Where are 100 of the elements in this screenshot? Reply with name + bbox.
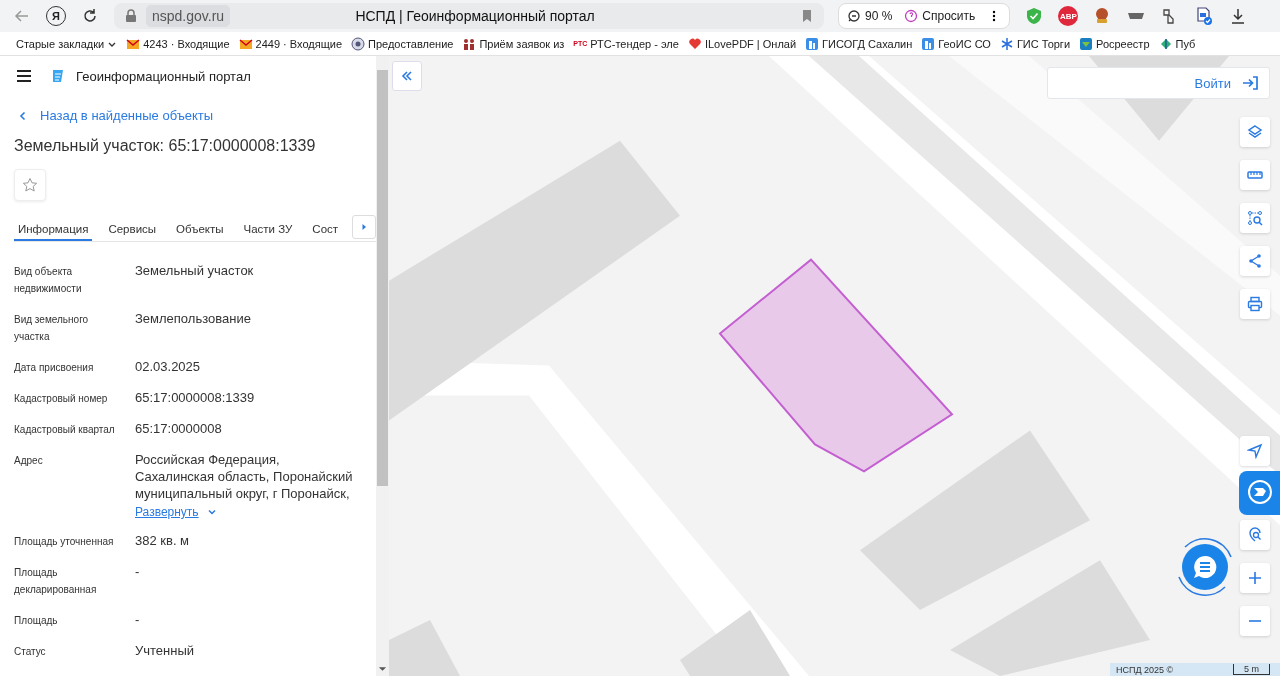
bookmark-label: Пуб xyxy=(1175,37,1196,50)
lock-icon[interactable] xyxy=(124,9,138,23)
bookmark-label: 2449 · Входящие xyxy=(255,37,342,50)
bookmark-item[interactable]: 4243 · Входящие xyxy=(126,36,230,51)
building-icon xyxy=(805,36,820,51)
share-icon xyxy=(1247,253,1263,269)
location-search-icon xyxy=(1247,527,1263,543)
question-icon xyxy=(904,9,919,23)
bookmark-item[interactable]: Росреестр xyxy=(1079,36,1150,51)
field-value: Земельный участок xyxy=(135,262,254,279)
tab[interactable]: Сост xyxy=(308,215,343,241)
zoom-in-button[interactable] xyxy=(1240,563,1270,593)
navigation-arrow-icon xyxy=(1247,443,1263,459)
scroll-down-icon[interactable] xyxy=(378,666,387,672)
bookmark-label: Предоставление xyxy=(368,37,454,50)
bookmark-item[interactable]: Приём заявок из xyxy=(462,36,565,51)
field-label: Дата присвоения xyxy=(14,361,95,375)
adblock-extension[interactable]: ABP xyxy=(1058,6,1079,26)
feedback-tab[interactable] xyxy=(1239,471,1280,515)
ask-button[interactable]: Спросить xyxy=(904,9,976,23)
chat-icon xyxy=(1192,554,1218,580)
field-label: Вид объекта недвижимости xyxy=(14,265,83,296)
bookmark-item[interactable]: 2449 · Входящие xyxy=(238,36,342,51)
field-value: 02.03.2025 xyxy=(135,358,201,375)
heart-icon xyxy=(687,36,702,51)
favorite-button[interactable] xyxy=(14,169,46,201)
bookmarks-folder[interactable]: Старые закладки xyxy=(16,37,118,50)
collapse-panel-button[interactable] xyxy=(392,61,422,91)
expand-link[interactable]: Развернуть xyxy=(135,505,217,519)
bookmark-label: Приём заявок из xyxy=(479,37,565,50)
bookmark-label: ГеоИС СО xyxy=(938,37,991,50)
bookmark-item[interactable]: ILovePDF | Онлай xyxy=(687,36,797,51)
emblem-icon xyxy=(1079,36,1094,51)
tab[interactable]: Объекты xyxy=(172,215,228,241)
building-icon xyxy=(921,36,936,51)
field-label: Площадь уточненная xyxy=(14,535,115,549)
envelope-icon xyxy=(238,36,253,51)
minus-icon xyxy=(1249,620,1261,622)
field-label: Кадастровый квартал xyxy=(14,423,116,437)
field-label: Площадь xyxy=(14,614,59,628)
tab[interactable]: Сервисы xyxy=(104,215,161,241)
bookmark-label: 4243 · Входящие xyxy=(143,37,230,50)
chevron-left-icon xyxy=(18,110,28,121)
zoom-button[interactable]: 90 % xyxy=(847,9,893,23)
field-value: 65:17:0000008 xyxy=(135,420,222,437)
bookmark-item[interactable]: ГИСОГД Сахалин xyxy=(805,36,913,51)
field-label: Адрес xyxy=(14,454,44,468)
bookmark-item[interactable]: Пуб xyxy=(1158,36,1196,51)
double-chevron-left-icon xyxy=(400,69,414,83)
bookmark-icon[interactable] xyxy=(800,9,814,23)
bookmark-label: РТС-тендер - эле xyxy=(590,37,679,50)
login-icon xyxy=(1241,74,1259,92)
object-title: Земельный участок: 65:17:0000008:1339 xyxy=(14,137,317,155)
printer-icon xyxy=(1247,296,1263,312)
bookmark-label: ГИСОГД Сахалин xyxy=(822,37,913,50)
field-label: Кадастровый номер xyxy=(14,392,109,406)
login-button[interactable]: Войти xyxy=(1047,67,1270,99)
page-title: НСПД | Геоинформационный портал xyxy=(354,8,596,24)
field-label: Площадь декларированная xyxy=(14,566,98,597)
portal-logo-icon xyxy=(50,68,66,84)
bookmark-item[interactable]: ГИС Торги xyxy=(999,36,1071,51)
bookmark-label: ILovePDF | Онлай xyxy=(704,37,797,50)
area-search-icon xyxy=(1247,210,1263,226)
layers-button[interactable] xyxy=(1240,117,1270,147)
select-button[interactable] xyxy=(1240,203,1270,233)
url-chip[interactable]: nspd.gov.ru xyxy=(146,5,231,27)
snowflake-icon xyxy=(999,36,1014,51)
document-icon[interactable] xyxy=(1194,6,1215,26)
map-attribution: НСПД 2025 © xyxy=(1116,664,1174,675)
field-value: Учтенный xyxy=(135,642,195,659)
menu-icon[interactable] xyxy=(16,68,32,84)
zoom-out-icon xyxy=(847,9,861,23)
locate-button[interactable] xyxy=(1240,436,1270,466)
share-button[interactable] xyxy=(1240,246,1270,276)
field-value: 65:17:0000008:1339 xyxy=(135,389,255,406)
search-location-button[interactable] xyxy=(1240,520,1270,550)
field-value: - xyxy=(135,563,140,580)
scrollbar[interactable] xyxy=(376,56,389,676)
back-link[interactable]: Назад в найденные объекты xyxy=(14,108,376,123)
bookmark-item[interactable]: Предоставление xyxy=(351,36,454,51)
field-value: Российская Федерация, Сахалинская область, Поронайский муниципальный округ, г Поронайск, xyxy=(135,451,353,502)
people-icon xyxy=(462,36,477,51)
ruler-button[interactable] xyxy=(1240,160,1270,190)
zoom-out-button[interactable] xyxy=(1240,606,1270,636)
print-button[interactable] xyxy=(1240,289,1270,319)
envelope-icon xyxy=(126,36,141,51)
scale-bar: 5 m xyxy=(1233,664,1270,675)
field-value: Землепользование xyxy=(135,310,251,327)
field-value: - xyxy=(135,611,140,628)
app-title: Геоинформационный портал xyxy=(76,68,251,84)
tab[interactable]: Информация xyxy=(14,215,93,241)
bookmark-label: ГИС Торги xyxy=(1016,37,1071,50)
emblem-icon xyxy=(351,36,365,51)
chevron-down-icon xyxy=(206,507,217,517)
bookmark-item[interactable]: ГеоИС СО xyxy=(921,36,991,51)
field-value: 382 кв. м xyxy=(135,532,190,549)
tab[interactable]: Части ЗУ xyxy=(239,215,297,241)
parcel-outline[interactable] xyxy=(718,258,954,473)
field-label: Статус xyxy=(14,645,47,659)
bookmark-label: Росреестр xyxy=(1096,37,1150,50)
